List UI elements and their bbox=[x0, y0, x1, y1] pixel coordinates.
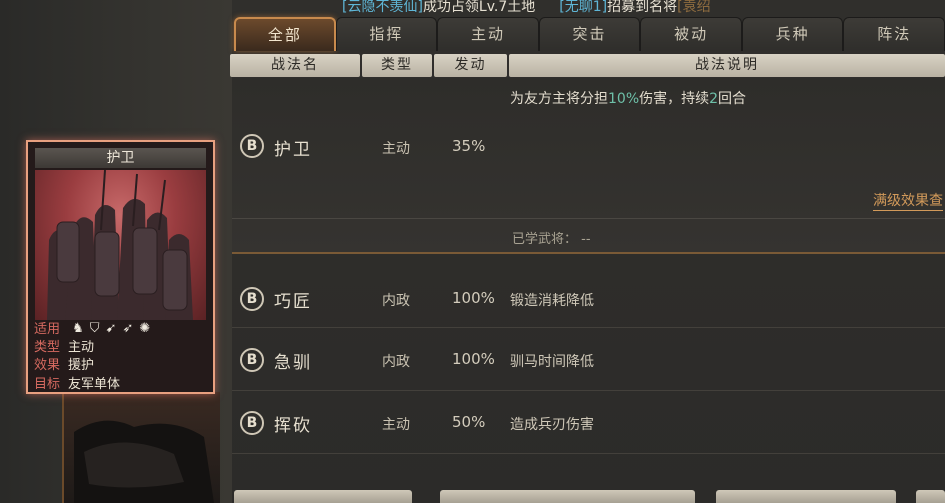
card-effect-row: 效果 援护 bbox=[32, 357, 209, 376]
learned-label: 已学武将： bbox=[512, 232, 578, 247]
shield-icon: ⛉ bbox=[89, 321, 100, 336]
skill-trigger-rate: 100% bbox=[452, 350, 495, 368]
bottom-button-3[interactable] bbox=[716, 490, 896, 503]
card-illustration bbox=[35, 170, 206, 320]
skill-trigger-rate: 50% bbox=[452, 413, 486, 431]
grade-badge: B bbox=[240, 348, 264, 372]
desc-highlight-rounds: 2 bbox=[709, 91, 719, 107]
skill-name: 挥砍 bbox=[274, 416, 312, 436]
broadcast-ticker: [云隐不羡仙]成功占领Lv.7土地 [无聊1]招募到名将[袁绍 bbox=[342, 0, 945, 18]
grade-badge: B bbox=[240, 134, 264, 158]
desc-text-2: 伤害，持续 bbox=[639, 91, 710, 107]
apply-label: 适用 bbox=[34, 321, 61, 337]
effect-label: 效果 bbox=[34, 358, 61, 373]
tab-active[interactable]: 主动 bbox=[437, 17, 539, 51]
skill-description: 为友方主将分担10%伤害，持续2回合 bbox=[510, 88, 746, 108]
bow-icon: ➹ bbox=[105, 321, 117, 336]
skill-type: 主动 bbox=[382, 417, 410, 433]
column-header-type[interactable]: 类型 bbox=[362, 54, 432, 77]
card-info: 适用 ♞ ⛉ ➹ ➶ ✺ 类型 主动 效果 援护 目标 友军单体 bbox=[32, 320, 209, 394]
tab-command[interactable]: 指挥 bbox=[335, 17, 438, 51]
bottom-search-button[interactable] bbox=[440, 490, 695, 503]
column-header-trigger[interactable]: 发动 bbox=[434, 54, 507, 77]
column-header-description: 战法说明 bbox=[509, 54, 945, 77]
bottom-button-4[interactable] bbox=[916, 490, 945, 503]
card-stack-background bbox=[62, 392, 220, 503]
bottom-button-1[interactable] bbox=[234, 490, 412, 503]
tab-assault[interactable]: 突击 bbox=[538, 17, 641, 51]
divider bbox=[232, 218, 945, 219]
card-type-row: 类型 主动 bbox=[32, 339, 209, 358]
effect-value: 援护 bbox=[68, 358, 95, 373]
skill-name: 急驯 bbox=[274, 353, 312, 373]
skill-trigger-rate: 100% bbox=[452, 289, 495, 307]
skill-card: 护卫 适用 ♞ ⛉ ➹ ➶ ✺ 类型 主动 效果 援护 目标 友军单体 bbox=[26, 140, 215, 394]
type-value: 主动 bbox=[68, 339, 95, 355]
unit-type-icons: ♞ ⛉ ➹ ➶ ✺ bbox=[72, 320, 150, 339]
tab-formation[interactable]: 阵法 bbox=[843, 17, 945, 51]
wheel-icon: ✺ bbox=[139, 321, 151, 336]
tab-passive[interactable]: 被动 bbox=[640, 17, 742, 51]
skill-name: 护卫 bbox=[274, 140, 312, 160]
skill-description: 造成兵刃伤害 bbox=[510, 417, 594, 433]
ticker-event-1: 成功占领Lv.7土地 bbox=[422, 0, 536, 15]
column-header-name[interactable]: 战法名 bbox=[230, 54, 360, 77]
ticker-player-2: [无聊1] bbox=[559, 0, 608, 15]
target-value: 友军单体 bbox=[68, 376, 121, 392]
full-effect-link[interactable]: 满级效果查 bbox=[873, 190, 943, 211]
ticker-player-1: [云隐不羡仙] bbox=[342, 0, 423, 15]
skill-row[interactable]: B 巧匠 内政 100% 锻造消耗降低 bbox=[232, 266, 945, 328]
card-back-art bbox=[74, 420, 214, 503]
skill-row[interactable]: B 急驯 内政 100% 驯马时间降低 bbox=[232, 329, 945, 391]
expanded-skill-row[interactable]: 为友方主将分担10%伤害，持续2回合 B 护卫 主动 35% 满级效果查 已学武… bbox=[232, 78, 945, 254]
ticker-event-2: 招募到名将 bbox=[607, 0, 678, 15]
learned-value: -- bbox=[581, 232, 591, 247]
tab-all[interactable]: 全部 bbox=[234, 17, 336, 51]
type-label: 类型 bbox=[34, 339, 61, 355]
grade-badge: B bbox=[240, 287, 264, 311]
skill-type: 内政 bbox=[382, 293, 410, 309]
skill-name: 巧匠 bbox=[274, 292, 312, 312]
skill-description: 驯马时间降低 bbox=[510, 354, 594, 370]
desc-text-3: 回合 bbox=[718, 91, 747, 107]
target-label: 目标 bbox=[34, 376, 61, 392]
skill-trigger-rate: 35% bbox=[452, 137, 486, 155]
desc-text-1: 为友方主将分担 bbox=[510, 91, 608, 107]
learned-generals: 已学武将： -- bbox=[512, 228, 591, 247]
tab-troop-type[interactable]: 兵种 bbox=[741, 17, 844, 51]
grade-badge: B bbox=[240, 411, 264, 435]
spear-icon: ➶ bbox=[122, 321, 134, 336]
skill-type: 主动 bbox=[382, 141, 410, 157]
cavalry-icon: ♞ bbox=[72, 321, 84, 336]
skill-description: 锻造消耗降低 bbox=[510, 293, 594, 309]
ticker-tail: [袁绍 bbox=[677, 0, 711, 15]
card-applicable-row: 适用 ♞ ⛉ ➹ ➶ ✺ bbox=[32, 320, 209, 339]
card-target-row: 目标 友军单体 bbox=[32, 376, 209, 395]
skill-type: 内政 bbox=[382, 354, 410, 370]
soldiers-silhouette-icon bbox=[47, 170, 193, 320]
desc-highlight-percent: 10% bbox=[608, 91, 640, 107]
card-title: 护卫 bbox=[35, 148, 206, 168]
category-tabs: 全部 指挥 主动 突击 被动 兵种 阵法 bbox=[234, 17, 945, 52]
skill-row[interactable]: B 挥砍 主动 50% 造成兵刃伤害 bbox=[232, 392, 945, 454]
